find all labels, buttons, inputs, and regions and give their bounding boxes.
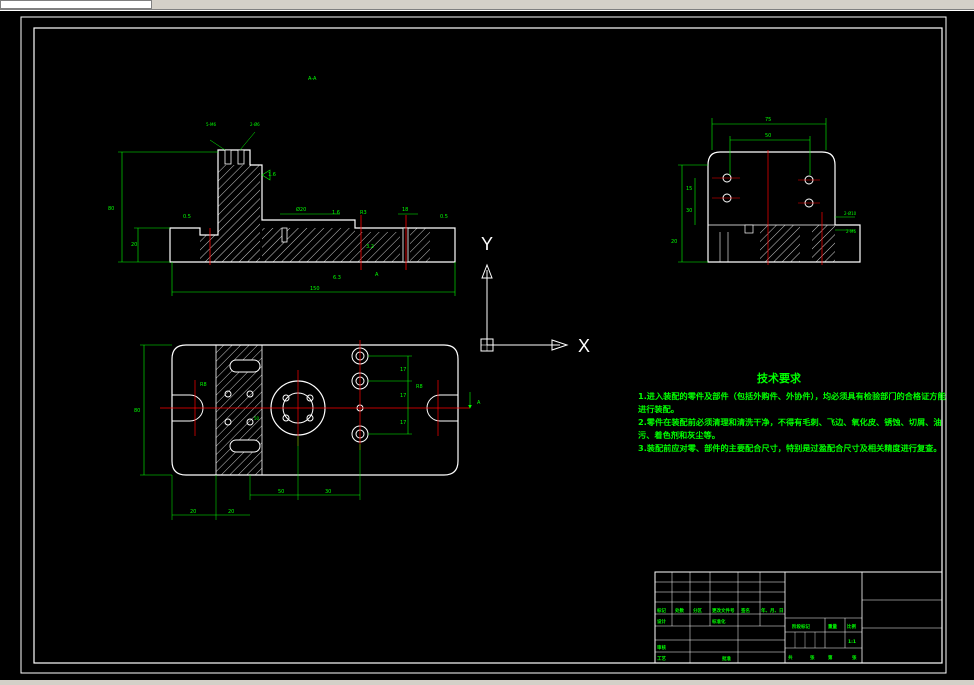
svg-text:批准: 批准 — [722, 655, 731, 662]
svg-text:20: 20 — [671, 239, 677, 245]
svg-text:R8: R8 — [200, 382, 207, 388]
svg-text:A: A — [477, 400, 481, 406]
front-section-view: 80 20 150 Ø20 18 1.6 R3 0.5 0.5 5-M6 2-Ø… — [108, 122, 456, 296]
svg-text:A: A — [375, 272, 379, 278]
svg-text:0.5: 0.5 — [440, 214, 448, 220]
svg-text:5-M6: 5-M6 — [206, 122, 216, 127]
svg-text:处数: 处数 — [674, 607, 684, 614]
svg-text:R8: R8 — [416, 384, 423, 390]
svg-text:第: 第 — [828, 654, 833, 661]
svg-text:2-Ø6: 2-Ø6 — [250, 122, 260, 127]
svg-text:150: 150 — [310, 286, 320, 292]
svg-text:30: 30 — [686, 208, 692, 214]
svg-text:50: 50 — [765, 133, 771, 139]
svg-text:更改文件号: 更改文件号 — [712, 607, 735, 614]
svg-text:2-Ø10: 2-Ø10 — [844, 211, 857, 216]
svg-text:1.6: 1.6 — [332, 210, 340, 216]
tech-req-item-2: 2.零件在装配前必须清理和清洗干净，不得有毛刺、飞边、氧化皮、锈蚀、切屑、油污、… — [638, 417, 942, 440]
tech-req-item-1: 1.进入装配的零件及部件（包括外购件、外协件），均必须具有检验部门的合格证方能进… — [638, 391, 946, 414]
svg-text:0.5: 0.5 — [183, 214, 191, 220]
svg-text:分区: 分区 — [693, 607, 702, 614]
section-label: A-A — [308, 76, 317, 82]
svg-text:R3: R3 — [360, 210, 367, 216]
svg-text:20: 20 — [131, 242, 137, 248]
svg-text:15: 15 — [686, 186, 692, 192]
svg-text:80: 80 — [108, 206, 114, 212]
svg-text:设计: 设计 — [657, 618, 666, 625]
svg-text:20: 20 — [190, 509, 196, 515]
title-block: 标记 处数 分区 更改文件号 签名 年、月、日 设计 标准化 审核 工艺 批准 … — [654, 571, 943, 664]
svg-text:标准化: 标准化 — [711, 618, 726, 625]
svg-text:1:1: 1:1 — [848, 639, 856, 645]
svg-text:张: 张 — [852, 654, 857, 661]
svg-text:共: 共 — [788, 654, 793, 661]
top-view: 80 17 17 17 50 30 20 20 R8 R8 A 50 — [134, 340, 481, 520]
svg-text:工艺: 工艺 — [657, 655, 666, 662]
svg-text:6.3: 6.3 — [333, 275, 341, 281]
tech-req-item-3: 3.装配前应对零、部件的主要配合尺寸，特别是过盈配合尺寸及相关精度进行复查。 — [638, 443, 942, 453]
svg-text:张: 张 — [810, 654, 815, 661]
svg-text:50: 50 — [278, 489, 284, 495]
svg-text:签名: 签名 — [740, 607, 750, 614]
svg-text:阶段标记: 阶段标记 — [792, 623, 810, 630]
svg-text:17: 17 — [400, 367, 406, 373]
technical-requirements: 技术要求 1.进入装配的零件及部件（包括外购件、外协件），均必须具有检验部门的合… — [638, 371, 946, 453]
svg-text:比例: 比例 — [847, 623, 856, 630]
svg-text:Ø20: Ø20 — [296, 206, 306, 213]
svg-text:75: 75 — [765, 117, 771, 123]
svg-text:30: 30 — [325, 489, 331, 495]
cad-drawing[interactable]: A-A 80 20 150 Ø20 18 1.6 R3 0.5 0.5 5-M6… — [0, 0, 974, 685]
axis-x-label: X — [578, 336, 590, 356]
svg-text:3.2: 3.2 — [366, 244, 374, 250]
svg-text:18: 18 — [402, 207, 408, 213]
svg-text:重量: 重量 — [828, 623, 837, 630]
ucs-axis-icon: Y X — [480, 234, 590, 356]
svg-text:17: 17 — [400, 393, 406, 399]
svg-text:审核: 审核 — [657, 644, 666, 651]
axis-y-label: Y — [481, 234, 493, 254]
svg-text:1.6: 1.6 — [268, 172, 276, 178]
svg-text:20: 20 — [228, 509, 234, 515]
svg-text:标记: 标记 — [656, 607, 666, 614]
svg-text:年、月、日: 年、月、日 — [761, 607, 784, 614]
svg-text:50: 50 — [254, 416, 260, 421]
tech-req-title: 技术要求 — [757, 371, 802, 385]
svg-text:80: 80 — [134, 408, 140, 414]
svg-text:17: 17 — [400, 420, 406, 426]
side-view: 75 50 20 15 30 2-Ø10 2-M6 — [671, 117, 861, 265]
